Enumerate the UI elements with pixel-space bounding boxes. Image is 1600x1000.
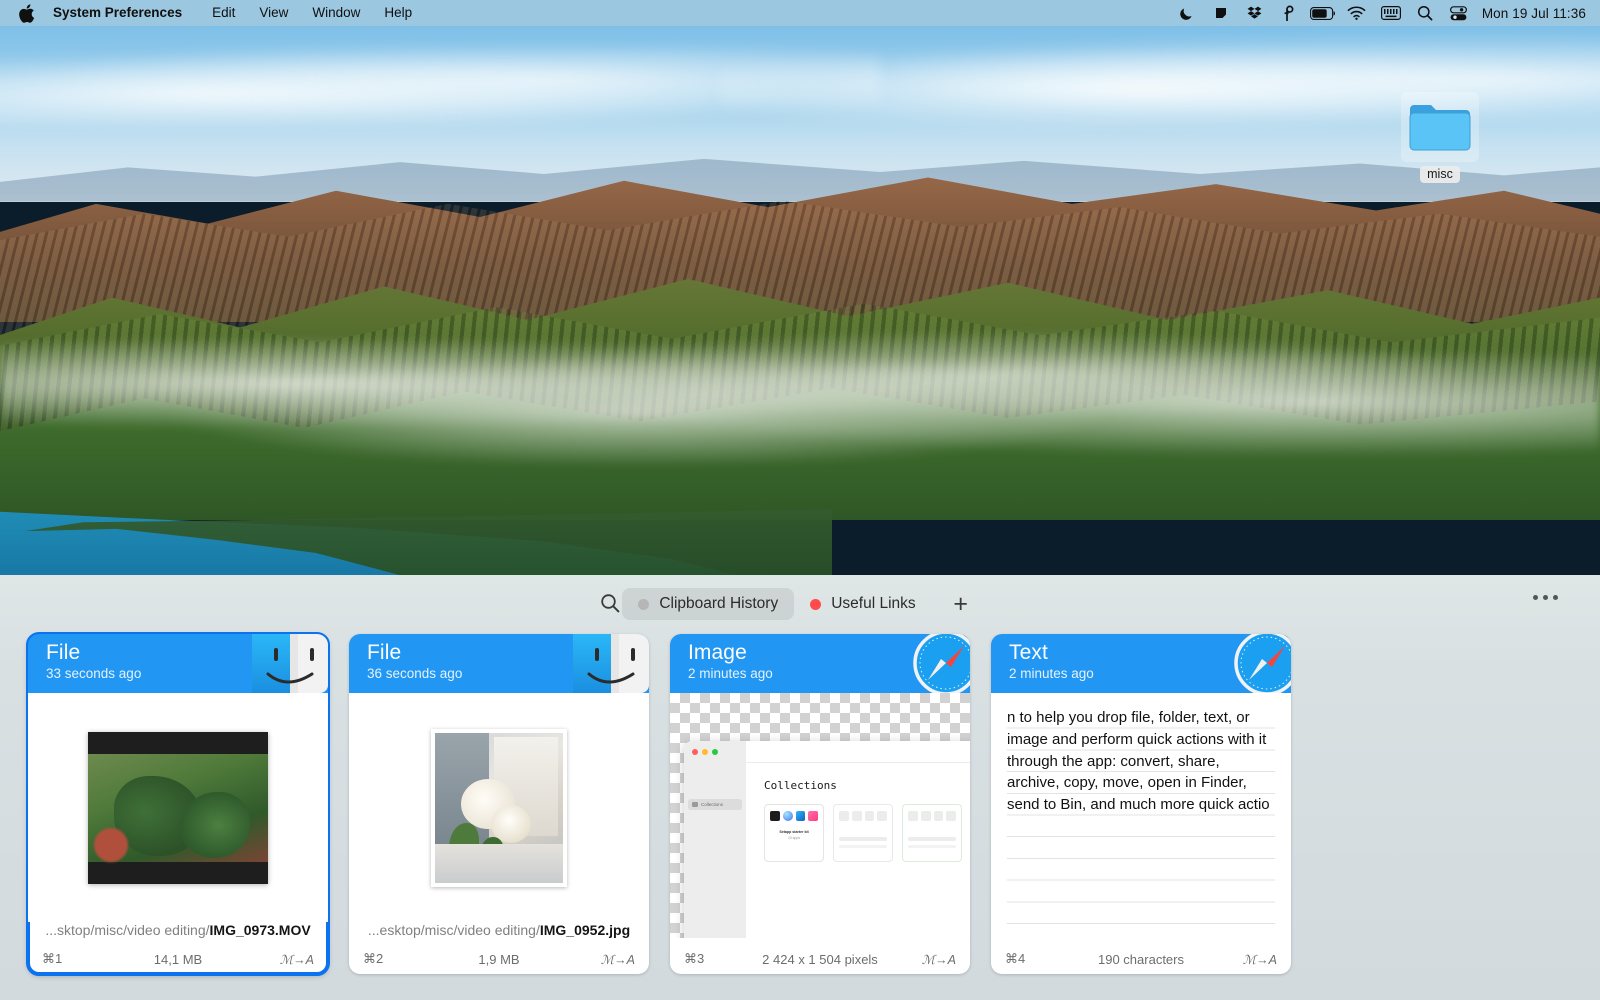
tab-dot-red — [810, 598, 822, 610]
desktop-folder-misc[interactable]: misc — [1394, 92, 1486, 183]
dropbox-icon[interactable] — [1238, 0, 1272, 26]
convert-to-text-icon[interactable]: ℳ→A — [587, 952, 635, 967]
menu-item-view[interactable]: View — [247, 0, 300, 26]
proxyman-icon[interactable] — [1272, 0, 1306, 26]
card-file-path: ...esktop/misc/video editing/IMG_0952.jp… — [349, 922, 649, 944]
clipboard-card-list: File 33 seconds ago ...sktop/misc/video … — [0, 632, 1600, 976]
card-meta: 1,9 MB — [478, 951, 520, 967]
card-meta: 190 characters — [1098, 951, 1184, 967]
card-footer: ⌘1 14,1 MB ℳ→A — [28, 944, 328, 974]
menu-item-edit[interactable]: Edit — [200, 0, 247, 26]
card-footer: ⌘3 2 424 x 1 504 pixels ℳ→A — [670, 944, 970, 974]
card-file-name: IMG_0973.MOV — [209, 922, 311, 938]
desktop-folder-label: misc — [1420, 166, 1460, 183]
clipboard-card-1[interactable]: File 33 seconds ago ...sktop/misc/video … — [26, 632, 330, 976]
clipboard-text: n to help you drop file, folder, text, o… — [1007, 709, 1270, 813]
card-preview: Collections Collections Setapp starter k… — [670, 693, 970, 938]
app-toolbar: Clipboard History Useful Links + — [0, 575, 1600, 633]
tab-clipboard-history[interactable]: Clipboard History — [622, 588, 795, 620]
card-header: File 33 seconds ago — [28, 634, 328, 693]
card-meta: 2 424 x 1 504 pixels — [762, 951, 878, 967]
menu-item-window[interactable]: Window — [300, 0, 372, 26]
menu-item-help[interactable]: Help — [372, 0, 424, 26]
card-meta: 14,1 MB — [153, 951, 203, 967]
desktop-wallpaper: misc — [0, 26, 1600, 575]
video-thumbnail — [28, 693, 328, 922]
menu-bar: System Preferences Edit View Window Help — [0, 0, 1600, 26]
wallpaper-fog — [0, 300, 1600, 466]
convert-to-text-icon[interactable]: ℳ→A — [266, 952, 314, 967]
card-header: Image 2 minutes ago — [670, 634, 970, 693]
tab-clipboard-history-label: Clipboard History — [659, 595, 779, 612]
screenshot-tile-sub: 10 apps — [787, 836, 801, 840]
search-icon[interactable] — [1408, 0, 1442, 26]
tab-dot-gray — [638, 598, 650, 610]
clipboard-app-panel: Clipboard History Useful Links + File 33… — [0, 575, 1600, 1000]
dot-2 — [1543, 595, 1548, 600]
card-preview — [349, 693, 649, 922]
card-footer: ⌘4 190 characters ℳ→A — [991, 944, 1291, 974]
screenshot-sidebar-label: Collections — [701, 802, 724, 807]
finder-icon — [573, 634, 649, 693]
battery-icon[interactable] — [1306, 0, 1340, 26]
add-collection-button[interactable]: + — [944, 588, 978, 620]
screenshot-preview: Collections Collections Setapp starter k… — [684, 741, 970, 938]
control-center-icon[interactable] — [1442, 0, 1476, 26]
wallpaper-big-sur — [0, 26, 1600, 575]
card-file-path: ...sktop/misc/video editing/IMG_0973.MOV — [28, 922, 328, 944]
card-shortcut: ⌘1 — [42, 951, 63, 966]
menu-bar-status-area: Mon 19 Jul 11:36 — [1170, 0, 1586, 26]
keyboard-icon[interactable] — [1374, 0, 1408, 26]
card-path-prefix: ...sktop/misc/video editing/ — [45, 922, 210, 938]
photo-thumbnail — [349, 693, 649, 922]
folder-icon — [1401, 92, 1479, 162]
finder-icon — [252, 634, 328, 693]
screenshot-tile-3 — [902, 804, 962, 862]
screenshot-tile-title: Setapp starter kit — [779, 830, 809, 834]
screenshot-sidebar: Collections — [684, 741, 746, 938]
convert-to-text-icon[interactable]: ℳ→A — [1229, 952, 1277, 967]
screenshot-tile-1: Setapp starter kit 10 apps — [764, 804, 824, 862]
tab-bar: Clipboard History Useful Links + — [622, 588, 977, 620]
card-preview: n to help you drop file, folder, text, o… — [991, 693, 1291, 938]
dot-1 — [1533, 595, 1538, 600]
card-footer: ⌘2 1,9 MB ℳ→A — [349, 944, 649, 974]
card-file-name: IMG_0952.jpg — [539, 922, 631, 938]
clipboard-card-3[interactable]: Image 2 minutes ago Collections Collecti… — [670, 634, 970, 974]
card-header: Text 2 minutes ago — [991, 634, 1291, 693]
text-preview: n to help you drop file, folder, text, o… — [991, 693, 1291, 938]
moon-icon[interactable] — [1170, 0, 1204, 26]
dot-3 — [1553, 595, 1558, 600]
more-options-button[interactable] — [1533, 595, 1558, 600]
clipboard-card-2[interactable]: File 36 seconds ago ...esktop/misc/video… — [349, 634, 649, 974]
wifi-icon[interactable] — [1340, 0, 1374, 26]
tab-useful-links[interactable]: Useful Links — [794, 588, 931, 620]
safari-icon — [894, 634, 970, 693]
menu-item-system-preferences[interactable]: System Preferences — [53, 0, 200, 26]
menu-bar-left: System Preferences Edit View Window Help — [18, 0, 424, 26]
convert-to-text-icon[interactable]: ℳ→A — [908, 952, 956, 967]
search-icon[interactable] — [598, 591, 622, 615]
shape-icon[interactable] — [1204, 0, 1238, 26]
apple-logo-icon[interactable] — [18, 3, 35, 23]
screenshot-tile-2 — [833, 804, 893, 862]
tab-useful-links-label: Useful Links — [831, 595, 916, 612]
card-shortcut: ⌘2 — [363, 951, 384, 966]
menu-bar-clock[interactable]: Mon 19 Jul 11:36 — [1476, 6, 1586, 21]
card-header: File 36 seconds ago — [349, 634, 649, 693]
screenshot-title: Collections — [764, 779, 837, 792]
card-shortcut: ⌘3 — [684, 951, 705, 966]
card-path-prefix: ...esktop/misc/video editing/ — [367, 922, 540, 938]
card-preview — [28, 693, 328, 922]
safari-icon — [1215, 634, 1291, 693]
card-shortcut: ⌘4 — [1005, 951, 1026, 966]
clipboard-card-4[interactable]: Text 2 minutes ago n to help you drop fi… — [991, 634, 1291, 974]
